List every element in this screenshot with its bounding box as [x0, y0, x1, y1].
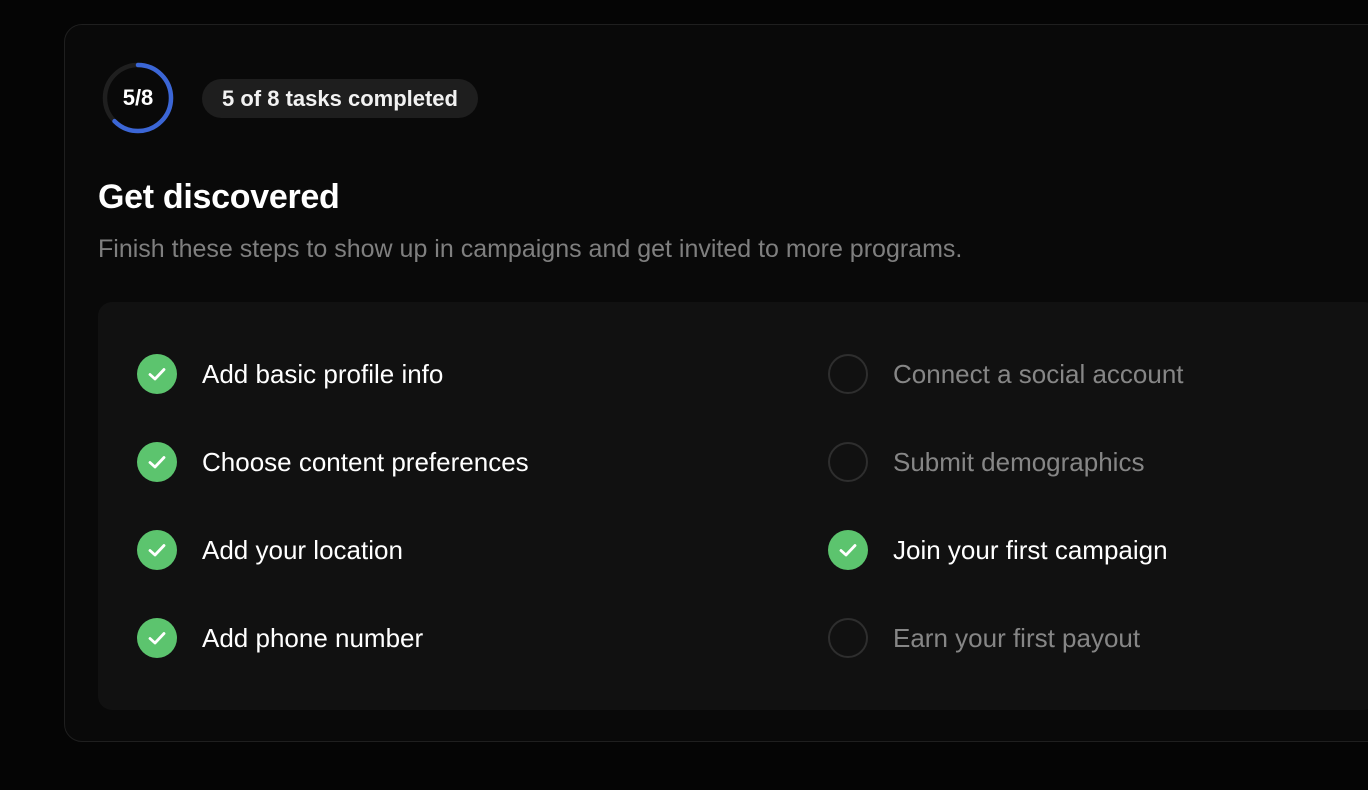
task-item[interactable]: Add basic profile info	[137, 352, 443, 396]
task-label: Earn your first payout	[893, 622, 1141, 653]
empty-circle-icon	[828, 442, 868, 482]
check-icon	[828, 530, 868, 570]
onboarding-card: 5/8 5 of 8 tasks completed Get discovere…	[64, 24, 1368, 742]
empty-circle-icon	[828, 354, 868, 394]
page-title: Get discovered	[98, 178, 340, 216]
task-label: Choose content preferences	[202, 446, 529, 477]
task-item[interactable]: Connect a social account	[828, 352, 1184, 396]
checkmark-glyph	[148, 368, 166, 381]
check-icon	[137, 618, 177, 658]
task-label: Add your location	[202, 534, 403, 565]
task-label: Submit demographics	[893, 446, 1145, 477]
task-label: Add phone number	[202, 622, 424, 653]
task-label: Connect a social account	[893, 358, 1184, 389]
progress-fraction: 5/8	[122, 85, 154, 110]
progress-ring: 5/8	[102, 62, 174, 134]
task-item[interactable]: Earn your first payout	[828, 616, 1140, 660]
check-icon	[137, 530, 177, 570]
checkmark-glyph	[148, 632, 166, 645]
page-subtitle: Finish these steps to show up in campaig…	[98, 235, 963, 263]
empty-circle-icon	[828, 618, 868, 658]
checkmark-glyph	[148, 456, 166, 469]
task-label: Add basic profile info	[202, 358, 444, 389]
task-item[interactable]: Add phone number	[137, 616, 423, 660]
checkmark-glyph	[839, 544, 857, 557]
task-item[interactable]: Choose content preferences	[137, 440, 529, 484]
checkmark-glyph	[148, 544, 166, 557]
task-label: Join your first campaign	[893, 534, 1168, 565]
check-icon	[137, 354, 177, 394]
check-icon	[137, 442, 177, 482]
tasks-completed-badge: 5 of 8 tasks completed	[202, 79, 478, 118]
task-item[interactable]: Add your location	[137, 528, 403, 572]
task-list: Add basic profile info Choose content pr…	[98, 302, 1368, 710]
task-item[interactable]: Submit demographics	[828, 440, 1144, 484]
task-item[interactable]: Join your first campaign	[828, 528, 1168, 572]
